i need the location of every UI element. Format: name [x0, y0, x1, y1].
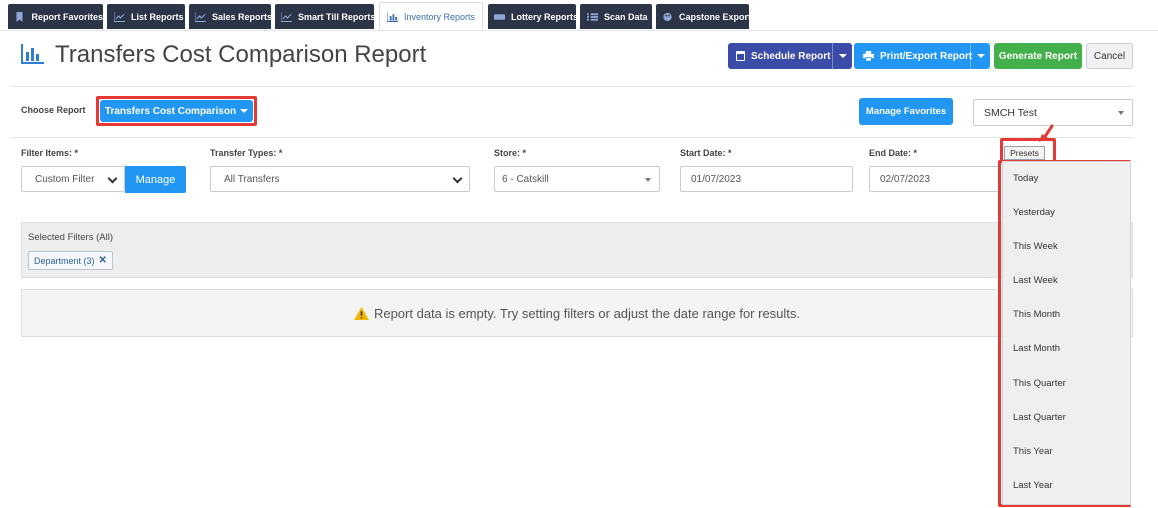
choose-report-label: Choose Report: [21, 105, 86, 115]
preset-this-week[interactable]: This Week: [1013, 241, 1058, 252]
transfer-types-select[interactable]: All Transfers: [210, 166, 470, 192]
page-title: Transfers Cost Comparison Report: [55, 41, 427, 68]
preset-today[interactable]: Today: [1013, 173, 1038, 184]
manage-favorites-button[interactable]: Manage Favorites: [859, 98, 953, 125]
calendar-icon: [736, 51, 745, 61]
choose-report-value: Transfers Cost Comparison: [104, 105, 237, 117]
filter-items-value: Custom Filter: [35, 173, 95, 185]
caret-down-icon: [645, 178, 651, 182]
presets-toggle[interactable]: Presets: [1004, 146, 1045, 160]
caret-down-icon: [240, 109, 249, 113]
tab-label: Sales Reports: [212, 11, 273, 22]
schedule-dropdown-toggle[interactable]: [832, 43, 852, 69]
caret-down-icon: [838, 54, 847, 58]
caret-down-icon: [1118, 111, 1124, 115]
warning-icon: [354, 306, 369, 320]
preset-last-month[interactable]: Last Month: [1013, 343, 1060, 354]
bar-chart-icon: [386, 11, 398, 22]
filter-items-select[interactable]: Custom Filter: [21, 166, 125, 192]
manage-filter-button[interactable]: Manage: [125, 166, 186, 193]
tab-list-reports[interactable]: List Reports: [107, 4, 185, 29]
line-chart-icon: [113, 11, 125, 22]
generate-report-label: Generate Report: [998, 50, 1078, 62]
print-dropdown-toggle[interactable]: [970, 43, 990, 69]
tab-lottery-reports[interactable]: Lottery Reports: [488, 4, 579, 29]
preset-this-month[interactable]: This Month: [1013, 309, 1060, 320]
print-export-label: Print/Export Report: [880, 50, 973, 62]
tab-report-favorites[interactable]: Report Favorites: [8, 4, 103, 29]
end-date-input[interactable]: 02/07/2023: [869, 166, 1001, 192]
end-date-value: 02/07/2023: [880, 173, 931, 185]
start-date-input[interactable]: 01/07/2023: [680, 166, 853, 192]
palette-icon: [662, 12, 673, 22]
generate-report-button[interactable]: Generate Report: [994, 43, 1082, 69]
tab-label: Smart Till Reports: [298, 11, 376, 22]
preset-last-quarter[interactable]: Last Quarter: [1013, 412, 1066, 423]
cancel-button[interactable]: Cancel: [1086, 43, 1133, 69]
schedule-report-button[interactable]: Schedule Report: [728, 43, 852, 69]
bookmark-icon: [14, 11, 25, 22]
preset-this-year[interactable]: This Year: [1013, 446, 1053, 457]
empty-report-message: Report data is empty. Try setting filter…: [373, 305, 801, 321]
transfer-types-label: Transfer Types: *: [210, 148, 283, 158]
tab-sales-reports[interactable]: Sales Reports: [189, 4, 273, 29]
choose-report-dropdown[interactable]: Transfers Cost Comparison: [100, 100, 253, 122]
presets-label: Presets: [1010, 148, 1039, 158]
tab-scan-data[interactable]: Scan Data: [580, 4, 652, 29]
preset-last-week[interactable]: Last Week: [1013, 275, 1058, 286]
filter-chip-department[interactable]: Department (3) ✕: [28, 251, 113, 270]
header-divider: [10, 86, 1134, 87]
tab-inventory-reports[interactable]: Inventory Reports: [379, 2, 483, 30]
caret-down-icon: [976, 54, 985, 58]
end-date-label: End Date: *: [869, 148, 918, 158]
ticket-icon: [494, 12, 505, 22]
choose-divider: [10, 137, 1134, 138]
tab-label: Inventory Reports: [404, 11, 476, 22]
selected-filters-title: Selected Filters (All): [28, 232, 113, 243]
preset-this-quarter[interactable]: This Quarter: [1013, 378, 1066, 389]
tab-capstone-export[interactable]: Capstone Export: [656, 4, 752, 29]
preset-last-year[interactable]: Last Year: [1013, 480, 1053, 491]
filter-items-label: Filter Items: *: [21, 148, 79, 158]
manage-favorites-label: Manage Favorites: [865, 106, 947, 117]
transfer-types-value: All Transfers: [224, 173, 280, 185]
schedule-report-label: Schedule Report: [751, 50, 831, 62]
filter-chip-label: Department (3): [34, 255, 95, 266]
manage-filter-label: Manage: [135, 173, 176, 186]
close-icon[interactable]: ✕: [99, 255, 107, 266]
empty-report-panel: Report data is empty. Try setting filter…: [21, 289, 1133, 337]
cancel-label: Cancel: [1093, 50, 1126, 62]
tabbar-divider: [0, 30, 1158, 31]
bar-chart-icon: [21, 44, 44, 64]
line-chart-icon: [195, 11, 206, 22]
list-icon: [586, 12, 598, 22]
store-select[interactable]: 6 - Catskill: [494, 166, 660, 192]
chevron-down-icon: [452, 173, 463, 184]
tab-label: Report Favorites: [31, 11, 103, 22]
tab-label: Lottery Reports: [511, 11, 579, 22]
preset-yesterday[interactable]: Yesterday: [1013, 207, 1055, 218]
profile-select-value: SMCH Test: [984, 106, 1037, 119]
chevron-down-icon: [107, 173, 118, 184]
printer-icon: [863, 51, 874, 61]
store-value: 6 - Catskill: [502, 173, 549, 185]
tab-label: List Reports: [131, 11, 184, 22]
tab-smart-till-reports[interactable]: Smart Till Reports: [275, 4, 376, 29]
tab-label: Scan Data: [604, 11, 648, 22]
print-export-button[interactable]: Print/Export Report: [854, 43, 990, 69]
presets-menu: Today Yesterday This Week Last Week This…: [1002, 161, 1131, 505]
selected-filters-panel: Selected Filters (All) Department (3) ✕: [21, 222, 1133, 278]
store-label: Store: *: [494, 148, 527, 158]
report-tabs: Report Favorites List Reports Sales Repo…: [0, 0, 1158, 30]
line-chart-icon: [281, 11, 292, 22]
profile-select[interactable]: SMCH Test: [973, 99, 1133, 126]
start-date-value: 01/07/2023: [691, 173, 742, 185]
start-date-label: Start Date: *: [680, 148, 732, 158]
tab-label: Capstone Export: [679, 11, 752, 22]
